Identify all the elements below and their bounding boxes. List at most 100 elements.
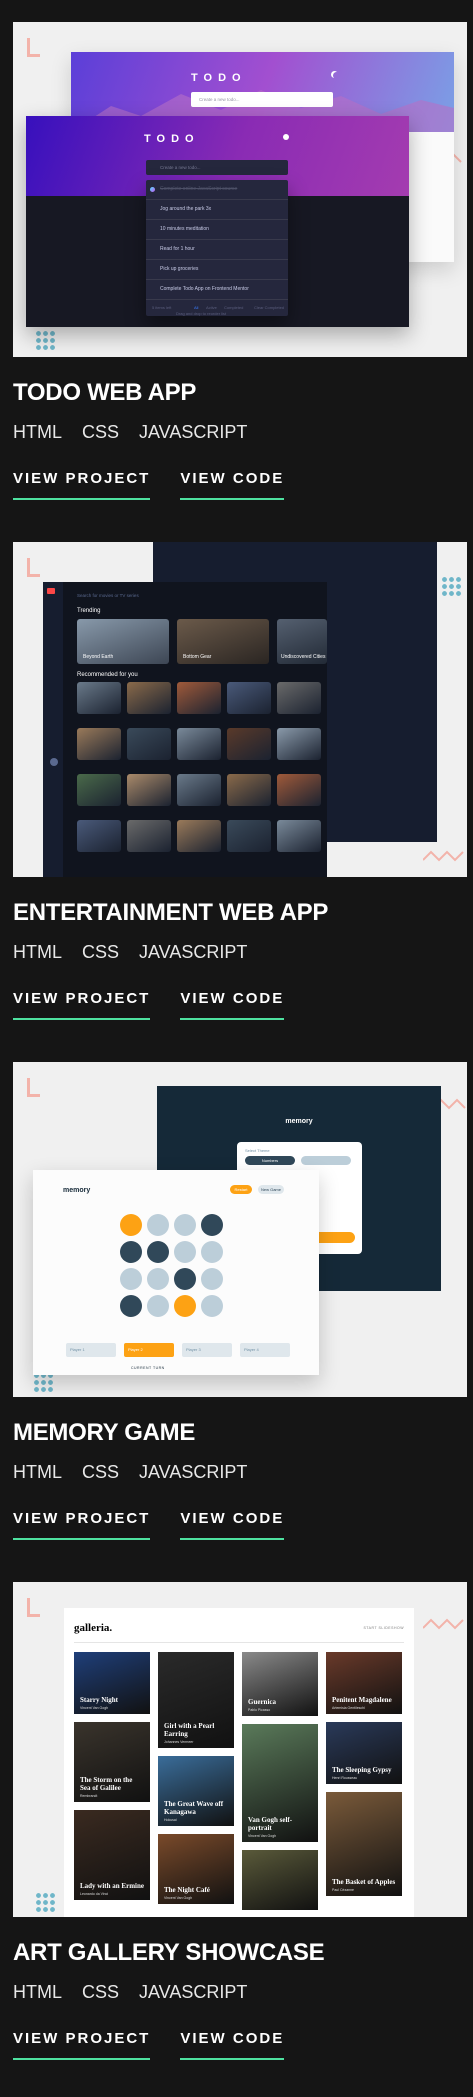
tag-javascript: JAVASCRIPT xyxy=(139,1462,248,1482)
memory-tile xyxy=(201,1241,223,1263)
memory-tile xyxy=(147,1241,169,1263)
artwork-card: Penitent Magdalene Artemisia Gentileschi xyxy=(326,1652,402,1714)
view-project-link[interactable]: VIEW PROJECT xyxy=(13,1510,151,1540)
decorative-corner-mark xyxy=(27,38,40,57)
entertainment-front-preview: Search for movies or TV series Trending … xyxy=(43,582,327,877)
todo-hint: Drag and drop to reorder list xyxy=(176,311,227,316)
tech-tags: HTML CSS JAVASCRIPT xyxy=(13,1982,247,2003)
memory-tile xyxy=(201,1214,223,1236)
sun-icon xyxy=(283,134,289,140)
recommended-card xyxy=(227,774,271,806)
view-project-link[interactable]: VIEW PROJECT xyxy=(13,2030,151,2060)
recommended-card xyxy=(227,820,271,852)
todo-item: Jog around the park 3x xyxy=(146,200,288,220)
memory-tile xyxy=(174,1295,196,1317)
project-card-gallery: galleria. START SLIDESHOW Starry Night Vi… xyxy=(13,1582,467,2060)
decorative-zigzag xyxy=(423,850,464,862)
memory-tile xyxy=(201,1268,223,1290)
memory-tile xyxy=(120,1241,142,1263)
artwork-card: The Sleeping Gypsy Henri Rousseau xyxy=(326,1722,402,1784)
view-project-link[interactable]: VIEW PROJECT xyxy=(13,990,151,1020)
recommended-card xyxy=(77,820,121,852)
memory-tile xyxy=(201,1295,223,1317)
memory-tile xyxy=(120,1214,142,1236)
current-turn-label: CURRENT TURN xyxy=(131,1366,165,1370)
tag-javascript: JAVASCRIPT xyxy=(139,942,248,962)
memory-tile xyxy=(120,1268,142,1290)
project-title: MEMORY GAME xyxy=(13,1419,196,1446)
view-code-link[interactable]: VIEW CODE xyxy=(180,1510,285,1540)
project-card-todo: TODO Create a new todo... TODO Create a … xyxy=(13,22,467,500)
recommended-card xyxy=(77,774,121,806)
recommended-card xyxy=(127,728,171,760)
trending-card: Beyond Earth xyxy=(77,619,169,664)
tag-html: HTML xyxy=(13,1462,62,1482)
todo-dark-input: Create a new todo... xyxy=(146,160,288,175)
artwork-card: Van Gogh self-portrait Vincent Van Gogh xyxy=(242,1724,318,1842)
memory-game-preview: memory Restart New Game Player 1 Player 2… xyxy=(33,1170,319,1375)
project-thumbnail-gallery[interactable]: galleria. START SLIDESHOW Starry Night Vi… xyxy=(13,1582,467,1917)
artwork-card: Girl with a Pearl Earring Johannes Vermee… xyxy=(158,1652,234,1748)
todo-item: Complete Todo App on Frontend Mentor xyxy=(146,280,288,300)
decorative-corner-mark xyxy=(27,1078,40,1097)
project-thumbnail-entertainment[interactable]: Search for movies or TV series Trending … xyxy=(13,542,467,877)
tag-html: HTML xyxy=(13,1982,62,2002)
project-card-memory: memory Select Theme Numbers memory Resta… xyxy=(13,1062,467,1540)
recommended-card xyxy=(127,774,171,806)
view-project-link[interactable]: VIEW PROJECT xyxy=(13,470,151,500)
artwork-card: The Night Café Vincent Van Gogh xyxy=(158,1834,234,1904)
view-code-link[interactable]: VIEW CODE xyxy=(180,990,285,1020)
new-game-button: New Game xyxy=(258,1185,284,1194)
project-thumbnail-todo[interactable]: TODO Create a new todo... TODO Create a … xyxy=(13,22,467,357)
recommended-card xyxy=(177,774,221,806)
view-code-link[interactable]: VIEW CODE xyxy=(180,470,285,500)
tag-css: CSS xyxy=(82,1462,120,1482)
tag-html: HTML xyxy=(13,422,62,442)
todo-item: Read for 1 hour xyxy=(146,240,288,260)
todo-item: Complete online JavaScript course xyxy=(146,180,288,200)
avatar xyxy=(50,758,58,766)
search-placeholder: Search for movies or TV series xyxy=(77,593,139,598)
recommended-card xyxy=(127,820,171,852)
artwork-card: Guernica Pablo Picasso xyxy=(242,1652,318,1716)
app-logo-icon xyxy=(47,588,55,594)
todo-light-title: TODO xyxy=(191,72,247,84)
project-title: ENTERTAINMENT WEB APP xyxy=(13,899,329,926)
player-score-card: Player 4 xyxy=(240,1343,290,1357)
memory-tile xyxy=(174,1214,196,1236)
view-code-link[interactable]: VIEW CODE xyxy=(180,2030,285,2060)
memory-tile xyxy=(147,1295,169,1317)
decorative-dots xyxy=(33,1372,55,1394)
trending-card: Bottom Gear xyxy=(177,619,269,664)
start-slideshow-link: START SLIDESHOW xyxy=(363,1626,404,1630)
project-links: VIEW PROJECT VIEW CODE xyxy=(13,2030,285,2060)
decorative-corner-mark xyxy=(27,558,40,577)
trending-heading: Trending xyxy=(77,608,101,614)
todo-dark-preview: TODO Create a new todo... Complete onlin… xyxy=(26,116,409,327)
project-links: VIEW PROJECT VIEW CODE xyxy=(13,990,285,1020)
decorative-dots xyxy=(35,1892,57,1914)
decorative-dots xyxy=(441,576,463,598)
project-thumbnail-memory[interactable]: memory Select Theme Numbers memory Resta… xyxy=(13,1062,467,1397)
recommended-card xyxy=(277,682,321,714)
recommended-card xyxy=(77,728,121,760)
artwork-card xyxy=(242,1850,318,1910)
recommended-card xyxy=(277,728,321,760)
project-links: VIEW PROJECT VIEW CODE xyxy=(13,1510,285,1540)
restart-button: Restart xyxy=(230,1185,252,1194)
trending-card: Undiscovered Cities xyxy=(277,619,327,664)
recommended-card xyxy=(77,682,121,714)
tech-tags: HTML CSS JAVASCRIPT xyxy=(13,942,247,963)
player-score-card: Player 1 xyxy=(66,1343,116,1357)
project-links: VIEW PROJECT VIEW CODE xyxy=(13,470,285,500)
memory-tile xyxy=(174,1241,196,1263)
todo-item: 10 minutes meditation xyxy=(146,220,288,240)
memory-tile xyxy=(147,1268,169,1290)
tag-css: CSS xyxy=(82,942,120,962)
artwork-card: The Storm on the Sea of Galilee Rembrandt xyxy=(74,1722,150,1802)
project-card-entertainment: Search for movies or TV series Trending … xyxy=(13,542,467,1020)
project-title: ART GALLERY SHOWCASE xyxy=(13,1939,325,1966)
tag-css: CSS xyxy=(82,422,120,442)
recommended-card xyxy=(277,820,321,852)
sidebar-nav xyxy=(43,582,63,877)
